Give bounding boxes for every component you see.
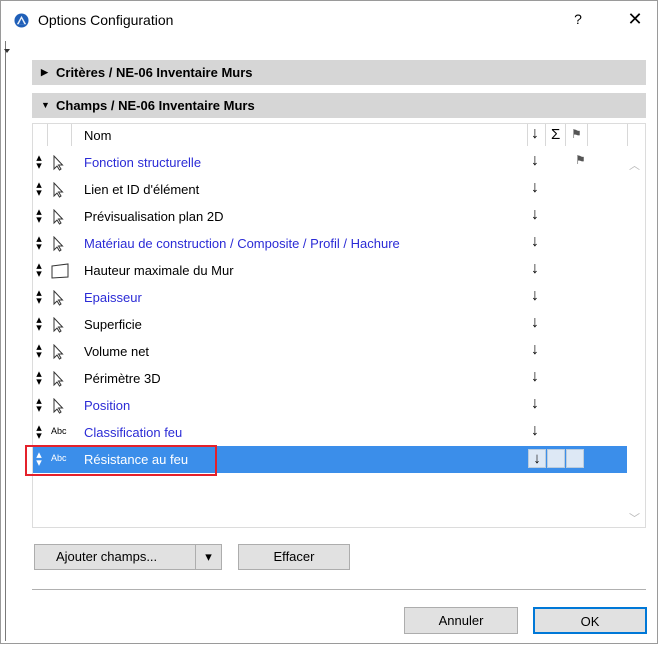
clear-label: Effacer [273,549,315,564]
title-bar: Options Configuration ? ✕ [1,1,657,41]
table-row[interactable]: ▴ ▾ Epaisseur ↓ [33,284,627,311]
cancel-label: Annuler [438,613,484,628]
expand-triangle-icon: ▶ [41,67,48,77]
table-row[interactable]: ▴ ▾ Périmètre 3D ↓ [33,365,627,392]
add-fields-label: Ajouter champs... [56,549,158,564]
sort-arrow-icon[interactable]: ↓ [531,422,539,440]
drag-handle-icon[interactable]: ▴ ▾ [35,207,43,226]
criteria-section-label: Critères / NE-06 Inventaire Murs [56,65,253,80]
add-fields-dropdown-button[interactable]: ▾ [195,544,222,570]
sort-arrow-icon[interactable]: ↓ [531,287,539,305]
options-configuration-dialog: Options Configuration ? ✕ ▶ Critères / N… [0,0,658,644]
arrow-cursor-icon [51,181,67,198]
field-label: Hauteur maximale du Mur [84,263,234,278]
field-label: Fonction structurelle [84,155,202,170]
drag-handle-icon[interactable]: ▴ ▾ [35,261,43,280]
drag-handle-icon[interactable]: ▴ ▾ [35,234,43,253]
fields-section-header[interactable]: ▼ Champs / NE-06 Inventaire Murs [32,93,646,118]
table-row[interactable]: ▴ ▾ Superficie ↓ [33,311,627,338]
field-label: Superficie [84,317,142,332]
column-divider [587,124,588,146]
arrow-cursor-icon [51,208,67,225]
archicad-app-icon [14,13,29,28]
field-label: Volume net [84,344,150,359]
left-rail-divider [5,41,6,641]
sort-arrow-icon[interactable]: ↓ [531,395,539,413]
scroll-up-icon[interactable]: ︿ [629,157,640,173]
ok-button[interactable]: OK [533,607,647,634]
help-button[interactable]: ? [568,11,588,27]
arrow-cursor-icon [51,289,67,306]
ok-label: OK [580,614,600,629]
criteria-section-header[interactable]: ▶ Critères / NE-06 Inventaire Murs [32,60,646,85]
scroll-down-icon[interactable]: ﹀ [629,510,640,526]
column-divider [71,124,72,146]
table-row[interactable]: ▴ ▾ Matériau de construction / Composite /… [33,230,627,257]
drag-handle-icon[interactable]: ▴ ▾ [35,342,43,361]
sort-arrow-icon[interactable]: ↓ [531,341,539,359]
arrow-cursor-icon [51,343,67,360]
table-row[interactable]: ▴ ▾ Prévisualisation plan 2D ↓ [33,203,627,230]
abc-icon: Abc [51,426,67,436]
sort-arrow-icon[interactable]: ↓ [531,260,539,278]
arrow-cursor-icon [51,370,67,387]
name-column-header[interactable]: Nom [84,128,111,143]
sort-arrow-icon[interactable]: ↓ [531,152,539,170]
sort-toggle[interactable]: ↓ [528,449,546,468]
column-divider [627,124,628,146]
drag-handle-icon[interactable]: ▴ ▾ [35,423,43,442]
field-label: Epaisseur [84,290,142,305]
sort-arrow-icon[interactable]: ↓ [531,206,539,224]
field-label: Matériau de construction / Composite / P… [84,236,400,251]
collapse-marker-icon[interactable] [4,49,10,53]
flag-toggle[interactable] [566,449,584,468]
rectangle-icon [51,263,69,279]
field-label: Position [84,398,131,413]
arrow-cursor-icon [51,316,67,333]
column-divider [47,124,48,146]
highlight-annotation-box [25,445,217,476]
table-row[interactable]: ▴ ▾ Position ↓ [33,392,627,419]
table-row[interactable]: ▴ ▾ Fonction structurelle ↓ ⚑ [33,149,627,176]
column-divider [527,124,528,146]
window-title: Options Configuration [38,12,174,28]
sort-column-icon[interactable]: ↓ [531,125,539,143]
drag-handle-icon[interactable]: ▴ ▾ [35,315,43,334]
table-row[interactable]: ▴ ▾ Lien et ID d'élément ↓ [33,176,627,203]
sort-arrow-icon[interactable]: ↓ [531,368,539,386]
table-row[interactable]: ▴ ▾ Abc Classification feu ↓ [33,419,627,446]
arrow-cursor-icon [51,235,67,252]
drag-handle-icon[interactable]: ▴ ▾ [35,369,43,388]
footer-separator [32,589,646,590]
chevron-down-icon: ▾ [205,549,212,564]
drag-handle-icon[interactable]: ▴ ▾ [35,288,43,307]
sum-toggle[interactable] [547,449,565,468]
field-label: Périmètre 3D [84,371,161,386]
cancel-button[interactable]: Annuler [404,607,518,634]
fields-section-label: Champs / NE-06 Inventaire Murs [56,98,255,113]
field-label: Classification feu [84,425,183,440]
arrow-cursor-icon [51,154,67,171]
add-fields-button[interactable]: Ajouter champs... [34,544,196,570]
field-label: Prévisualisation plan 2D [84,209,224,224]
drag-handle-icon[interactable]: ▴ ▾ [35,180,43,199]
column-divider [545,124,546,146]
column-divider [565,124,566,146]
sort-arrow-icon[interactable]: ↓ [531,233,539,251]
close-button[interactable]: ✕ [625,9,645,30]
list-column-header: Nom ↓ Σ ⚑ [33,124,628,146]
table-row[interactable]: ▴ ▾ Hauteur maximale du Mur ↓ [33,257,627,284]
table-row[interactable]: ▴ ▾ Volume net ↓ [33,338,627,365]
sort-arrow-icon[interactable]: ↓ [531,179,539,197]
field-label: Lien et ID d'élément [84,182,200,197]
clear-button[interactable]: Effacer [238,544,350,570]
drag-handle-icon[interactable]: ▴ ▾ [35,153,43,172]
collapse-triangle-icon: ▼ [41,100,50,110]
drag-handle-icon[interactable]: ▴ ▾ [35,396,43,415]
sort-arrow-icon[interactable]: ↓ [531,314,539,332]
sum-column-icon[interactable]: Σ [551,126,560,143]
arrow-cursor-icon [51,397,67,414]
flag-column-icon[interactable]: ⚑ [571,127,582,141]
flag-icon[interactable]: ⚑ [575,153,586,167]
